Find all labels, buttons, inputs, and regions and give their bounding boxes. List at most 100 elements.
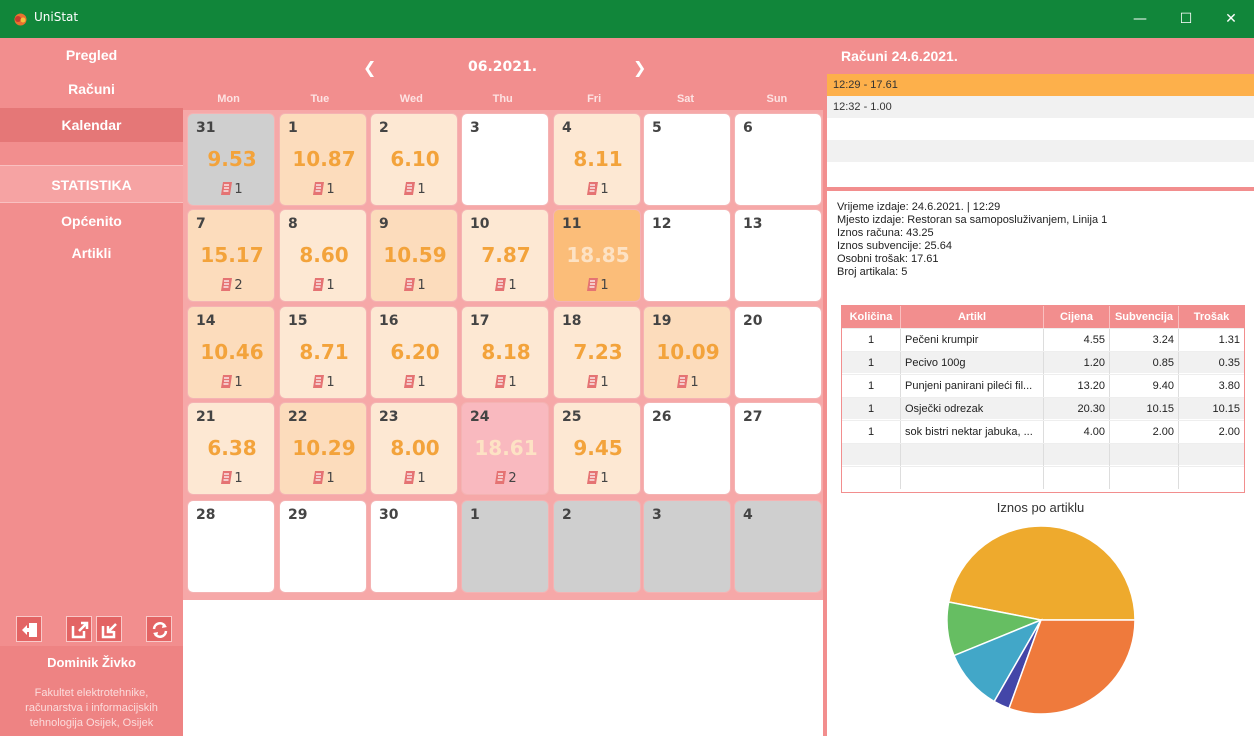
calendar-day[interactable]: 3 — [643, 500, 731, 593]
table-row[interactable]: 1 sok bistri nektar jabuka, ... 4.00 2.00 2.… — [842, 420, 1244, 443]
export-button[interactable] — [66, 616, 92, 642]
receipt-count-value: 1 — [600, 375, 609, 390]
calendar-day[interactable]: 15 8.71 1 — [279, 306, 367, 399]
col-trosak[interactable]: Trošak — [1179, 306, 1244, 328]
calendar-day[interactable]: 25 9.45 1 — [553, 402, 641, 495]
receipt-count: 1 — [554, 375, 642, 390]
day-number: 10 — [470, 216, 490, 232]
day-number: 9 — [379, 216, 389, 232]
calendar-day[interactable]: 3 — [461, 113, 549, 206]
calendar-day[interactable]: 27 — [734, 402, 822, 495]
day-amount: 18.85 — [566, 243, 630, 267]
table-cell — [1110, 467, 1179, 489]
logout-icon — [22, 623, 37, 637]
table-cell — [1044, 467, 1110, 489]
calendar-day[interactable]: 24 18.61 2 — [461, 402, 549, 495]
calendar-day[interactable]: 4 8.11 1 — [553, 113, 641, 206]
table-cell: 13.20 — [1044, 375, 1110, 397]
nav-kalendar[interactable]: Kalendar — [0, 108, 183, 142]
calendar-day[interactable]: 8 8.60 1 — [279, 209, 367, 302]
nav-artikli[interactable]: Artikli — [0, 236, 183, 270]
calendar-day[interactable]: 21 6.38 1 — [187, 402, 275, 495]
receipt-empty-row — [827, 162, 1254, 184]
receipts-header: Računi 24.6.2021. — [827, 38, 1254, 74]
prev-month-button[interactable]: ❮ — [363, 58, 376, 77]
day-amount: 10.59 — [383, 243, 447, 267]
receipt-count-value: 2 — [508, 471, 517, 486]
table-row[interactable]: 1 Pečeni krumpir 4.55 3.24 1.31 — [842, 328, 1244, 351]
logout-button[interactable] — [16, 616, 42, 642]
table-row[interactable]: 1 Pecivo 100g 1.20 0.85 0.35 — [842, 351, 1244, 374]
table-row[interactable]: 1 Osječki odrezak 20.30 10.15 10.15 — [842, 397, 1244, 420]
calendar-day[interactable]: 9 10.59 1 — [370, 209, 458, 302]
receipt-item[interactable]: 12:32 - 1.00 — [827, 96, 1254, 118]
calendar-day[interactable]: 12 — [643, 209, 731, 302]
calendar-day[interactable]: 19 10.09 1 — [643, 306, 731, 399]
day-number: 24 — [470, 409, 490, 425]
table-cell — [901, 467, 1044, 489]
calendar-day[interactable]: 29 — [279, 500, 367, 593]
calendar-day[interactable]: 28 — [187, 500, 275, 593]
day-number: 16 — [379, 313, 399, 329]
day-number: 2 — [562, 507, 572, 523]
day-amount: 9.53 — [207, 147, 257, 171]
table-row[interactable]: 1 Punjeni panirani pileći fil... 13.20 9.40… — [842, 374, 1244, 397]
receipt-count-value: 1 — [417, 182, 426, 197]
table-cell: Pečeni krumpir — [901, 329, 1044, 351]
receipt-item-selected[interactable]: 12:29 - 17.61 — [827, 74, 1254, 96]
calendar-day[interactable]: 30 — [370, 500, 458, 593]
nav-racuni[interactable]: Računi — [0, 72, 183, 106]
close-button[interactable]: ✕ — [1208, 0, 1254, 38]
pie-slice-3 — [947, 525, 1136, 621]
calendar-day[interactable]: 2 6.10 1 — [370, 113, 458, 206]
statistika-header[interactable]: STATISTIKA — [0, 165, 183, 203]
day-amount: 7.23 — [573, 340, 623, 364]
import-button[interactable] — [96, 616, 122, 642]
calendar-day[interactable]: 1 — [461, 500, 549, 593]
col-cijena[interactable]: Cijena — [1044, 306, 1110, 328]
maximize-button[interactable]: ☐ — [1163, 0, 1209, 38]
calendar-day[interactable]: 18 7.23 1 — [553, 306, 641, 399]
calendar-day[interactable]: 11 18.85 1 — [553, 209, 641, 302]
calendar-day[interactable]: 20 — [734, 306, 822, 399]
day-amount: 7.87 — [481, 243, 531, 267]
calendar-day[interactable]: 31 9.53 1 — [187, 113, 275, 206]
day-amount: 10.46 — [200, 340, 264, 364]
calendar-day[interactable]: 5 — [643, 113, 731, 206]
calendar-day[interactable]: 1 10.87 1 — [279, 113, 367, 206]
col-kolicina[interactable]: Količina — [842, 306, 901, 328]
col-subvencija[interactable]: Subvencija — [1110, 306, 1179, 328]
day-amount: 6.20 — [390, 340, 440, 364]
day-name: Tue — [310, 93, 330, 105]
next-month-button[interactable]: ❯ — [633, 58, 646, 77]
calendar-day[interactable]: 6 — [734, 113, 822, 206]
receipt-icon — [495, 278, 507, 291]
table-cell: 4.00 — [1044, 421, 1110, 443]
receipt-icon — [495, 375, 507, 388]
col-artikl[interactable]: Artikl — [901, 306, 1044, 328]
day-number: 3 — [470, 120, 480, 136]
calendar-day[interactable]: 14 10.46 1 — [187, 306, 275, 399]
table-cell — [901, 444, 1044, 466]
minimize-button[interactable]: — — [1117, 0, 1163, 38]
calendar-day[interactable]: 4 — [734, 500, 822, 593]
calendar-day[interactable]: 17 8.18 1 — [461, 306, 549, 399]
calendar-day[interactable]: 2 — [553, 500, 641, 593]
nav-opcenito[interactable]: Općenito — [0, 204, 183, 238]
receipt-count: 1 — [280, 375, 368, 390]
pie-chart — [946, 525, 1136, 715]
table-cell: 1.20 — [1044, 352, 1110, 374]
calendar-day[interactable]: 10 7.87 1 — [461, 209, 549, 302]
calendar-day[interactable]: 23 8.00 1 — [370, 402, 458, 495]
receipt-icon — [677, 375, 689, 388]
calendar-header: ❮ 06.2021. ❯ Mon Tue Wed Thu Fri Sat Sun — [183, 38, 823, 110]
calendar-day[interactable]: 7 15.17 2 — [187, 209, 275, 302]
calendar-day[interactable]: 16 6.20 1 — [370, 306, 458, 399]
refresh-button[interactable] — [146, 616, 172, 642]
nav-pregled[interactable]: Pregled — [0, 38, 183, 72]
calendar-day[interactable]: 13 — [734, 209, 822, 302]
receipt-count: 1 — [280, 182, 368, 197]
calendar-day[interactable]: 22 10.29 1 — [279, 402, 367, 495]
receipt-count-value: 1 — [690, 375, 699, 390]
calendar-day[interactable]: 26 — [643, 402, 731, 495]
